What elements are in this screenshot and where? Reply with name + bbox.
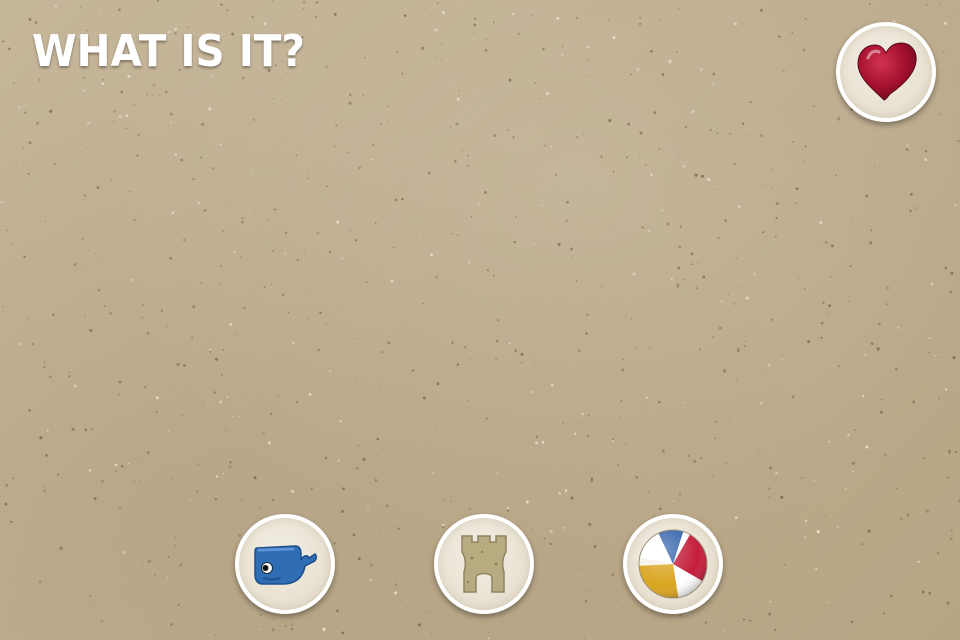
choice-beach-ball-button[interactable]	[623, 514, 723, 614]
choice-sandcastle-button[interactable]	[434, 514, 534, 614]
page-title: WHAT IS IT?	[32, 26, 305, 77]
whale-icon	[254, 545, 318, 585]
heart-icon	[857, 42, 917, 101]
sandcastle-icon	[461, 535, 507, 593]
choice-whale-button[interactable]	[235, 514, 335, 614]
beach-ball-icon	[638, 529, 708, 599]
favorite-button[interactable]	[836, 22, 936, 122]
